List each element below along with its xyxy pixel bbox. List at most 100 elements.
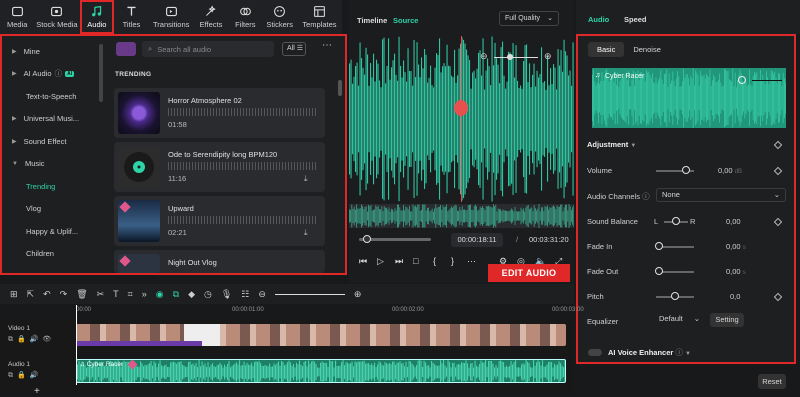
equalizer-setting-button[interactable]: Setting [710,313,744,327]
add-track-icon[interactable]: + [34,386,40,397]
pitch-knob[interactable] [671,292,679,300]
keyframe-icon[interactable] [773,217,783,227]
mark-out-icon[interactable]: } [451,256,454,266]
prev-frame-icon[interactable]: ⏮ [359,256,367,267]
audio-card[interactable]: Ode to Serendipity long BPM120 11:16 ⤓ [114,142,325,192]
forward-icon[interactable]: » [142,289,147,299]
progress-knob[interactable] [363,235,371,243]
sidebar-item-sound-effect[interactable]: ▶ Sound Effect [2,130,90,153]
channels-dropdown[interactable]: None ⌄ [656,188,786,202]
mic-icon[interactable]: 🎙 [221,289,232,300]
quality-dropdown[interactable]: Full Quality ⌄ [499,11,559,26]
download-icon[interactable]: ⤓ [304,174,308,184]
zoom-slider[interactable] [494,57,538,58]
equalizer-dropdown[interactable]: Default ⌄ [654,313,704,327]
video-clip[interactable] [76,324,566,346]
playhead[interactable] [461,36,462,202]
mixer-icon[interactable]: ☷ [241,289,249,300]
volume-value[interactable]: 0,00 dB [718,166,742,175]
crop-icon[interactable]: ⌗ [128,289,133,300]
pitch-value[interactable]: 0,0 [730,292,740,301]
zoom-in-icon[interactable]: ⊕ [544,51,552,62]
grid-icon[interactable]: ⊞ [10,289,18,300]
split-icon[interactable]: ⧉ [173,289,179,300]
more-options-icon[interactable]: ⋯ [322,40,332,51]
toolbar-filters[interactable]: Filters [228,0,262,34]
zoom-control[interactable]: ⊖ ⊕ [480,51,555,64]
download-icon[interactable]: ⤓ [304,228,308,238]
toolbar-audio[interactable]: Audio [79,0,115,34]
toolbar-transitions[interactable]: Transitions [149,0,194,34]
audio-clip[interactable]: ♫ Cyber Racer [76,359,566,383]
toolbar-effects[interactable]: Effects [194,0,228,34]
sidebar-item-universal-music[interactable]: ▶ Universal Musi... [2,108,90,131]
sidebar-item-ai-audio[interactable]: ▶ AI Audio ⓘ AI [2,63,90,86]
text-icon[interactable]: T [113,289,119,299]
playhead-handle[interactable] [454,100,468,116]
reset-button[interactable]: Reset [758,374,786,389]
sidebar-item-children[interactable]: Children [2,243,90,266]
mark-in-icon[interactable]: { [433,256,436,266]
zoom-out-icon[interactable]: ⊖ [258,289,266,300]
filter-dropdown[interactable]: All ☰ [282,42,306,56]
toolbar-stock-media[interactable]: Stock Media [34,0,79,34]
keyframe-icon[interactable] [773,166,783,176]
toolbar-titles[interactable]: Titles [114,0,148,34]
tab-speed[interactable]: Speed [624,15,647,24]
delete-icon[interactable]: 🗑 [76,289,87,300]
sidebar-item-happy[interactable]: Happy & Uplif... [2,220,90,243]
zoom-in-icon[interactable]: ⊕ [354,289,362,300]
fadeout-knob[interactable] [655,267,663,275]
audio-card[interactable]: Night Out Vlog [114,250,325,273]
timeline-playhead[interactable] [76,305,77,385]
fadein-knob[interactable] [655,242,663,250]
marker-icon[interactable]: ◆ [188,289,195,300]
cut-icon[interactable]: ✂ [97,289,105,300]
search-input[interactable]: ⌕ Search all audio [142,41,274,57]
speed-icon[interactable]: ◷ [204,289,212,300]
video-track-controls[interactable]: ⧉🔒🔊👁 [8,335,55,344]
sidebar-item-vlog[interactable]: Vlog [2,198,90,221]
clip-volume-knob[interactable] [738,76,746,84]
keyframe-icon[interactable] [773,140,783,150]
sidebar-item-text-to-speech[interactable]: Text-to-Speech [2,85,90,108]
tab-denoise[interactable]: Denoise [624,42,670,57]
list-scrollbar[interactable] [338,80,342,96]
undo-icon[interactable]: ↶ [43,289,51,300]
ai-tools-icon[interactable]: ◉ [156,289,164,300]
zoom-out-icon[interactable]: ⊖ [480,51,488,62]
sidebar-scrollbar[interactable] [99,44,103,102]
stop-icon[interactable]: □ [413,256,418,266]
timeline-zoom-slider[interactable] [274,293,345,295]
balance-value[interactable]: 0,00 [726,217,741,226]
toolbar-stickers[interactable]: Stickers [262,0,296,34]
toolbar-media[interactable]: Media [0,0,34,34]
adjustment-header[interactable]: Adjustment ▼ [587,140,636,149]
redo-icon[interactable]: ↷ [60,289,68,300]
mini-waveform[interactable] [349,204,574,228]
audio-card[interactable]: Upward 02:21 ⤓ [114,196,325,246]
volume-knob[interactable] [682,166,690,174]
fadein-value[interactable]: 0,00 s [726,242,746,251]
play-icon[interactable]: ▷ [377,256,384,267]
tab-audio[interactable]: Audio [588,15,609,24]
tab-basic[interactable]: Basic [588,42,625,57]
keyframe-icon[interactable] [773,292,783,302]
voice-enhancer-toggle[interactable] [588,349,602,356]
sidebar-item-music[interactable]: ▼ Music [2,153,90,176]
timeline-ruler[interactable]: 00:00 00:00:01:00 00:00:02:00 00:00:03:0… [0,304,584,318]
next-frame-icon[interactable]: ⏭ [395,256,403,267]
sidebar-item-mine[interactable]: ▶ Mine [2,40,90,63]
select-icon[interactable]: ⇱ [27,289,35,300]
audio-track-controls[interactable]: ⧉🔒🔊 [8,371,42,380]
tab-source[interactable]: Source [393,16,418,25]
audio-card[interactable]: Horror Atmosphere 02 01:58 [114,88,325,138]
balance-knob[interactable] [672,217,680,225]
folder-icon[interactable] [116,42,136,56]
fadeout-value[interactable]: 0,00 s [726,267,746,276]
zoom-knob[interactable] [507,54,513,60]
toolbar-templates[interactable]: Templates [297,0,342,34]
more-icon[interactable]: ⋯ [467,256,476,267]
tab-timeline[interactable]: Timeline [357,16,387,25]
sidebar-item-trending[interactable]: Trending [2,175,90,198]
